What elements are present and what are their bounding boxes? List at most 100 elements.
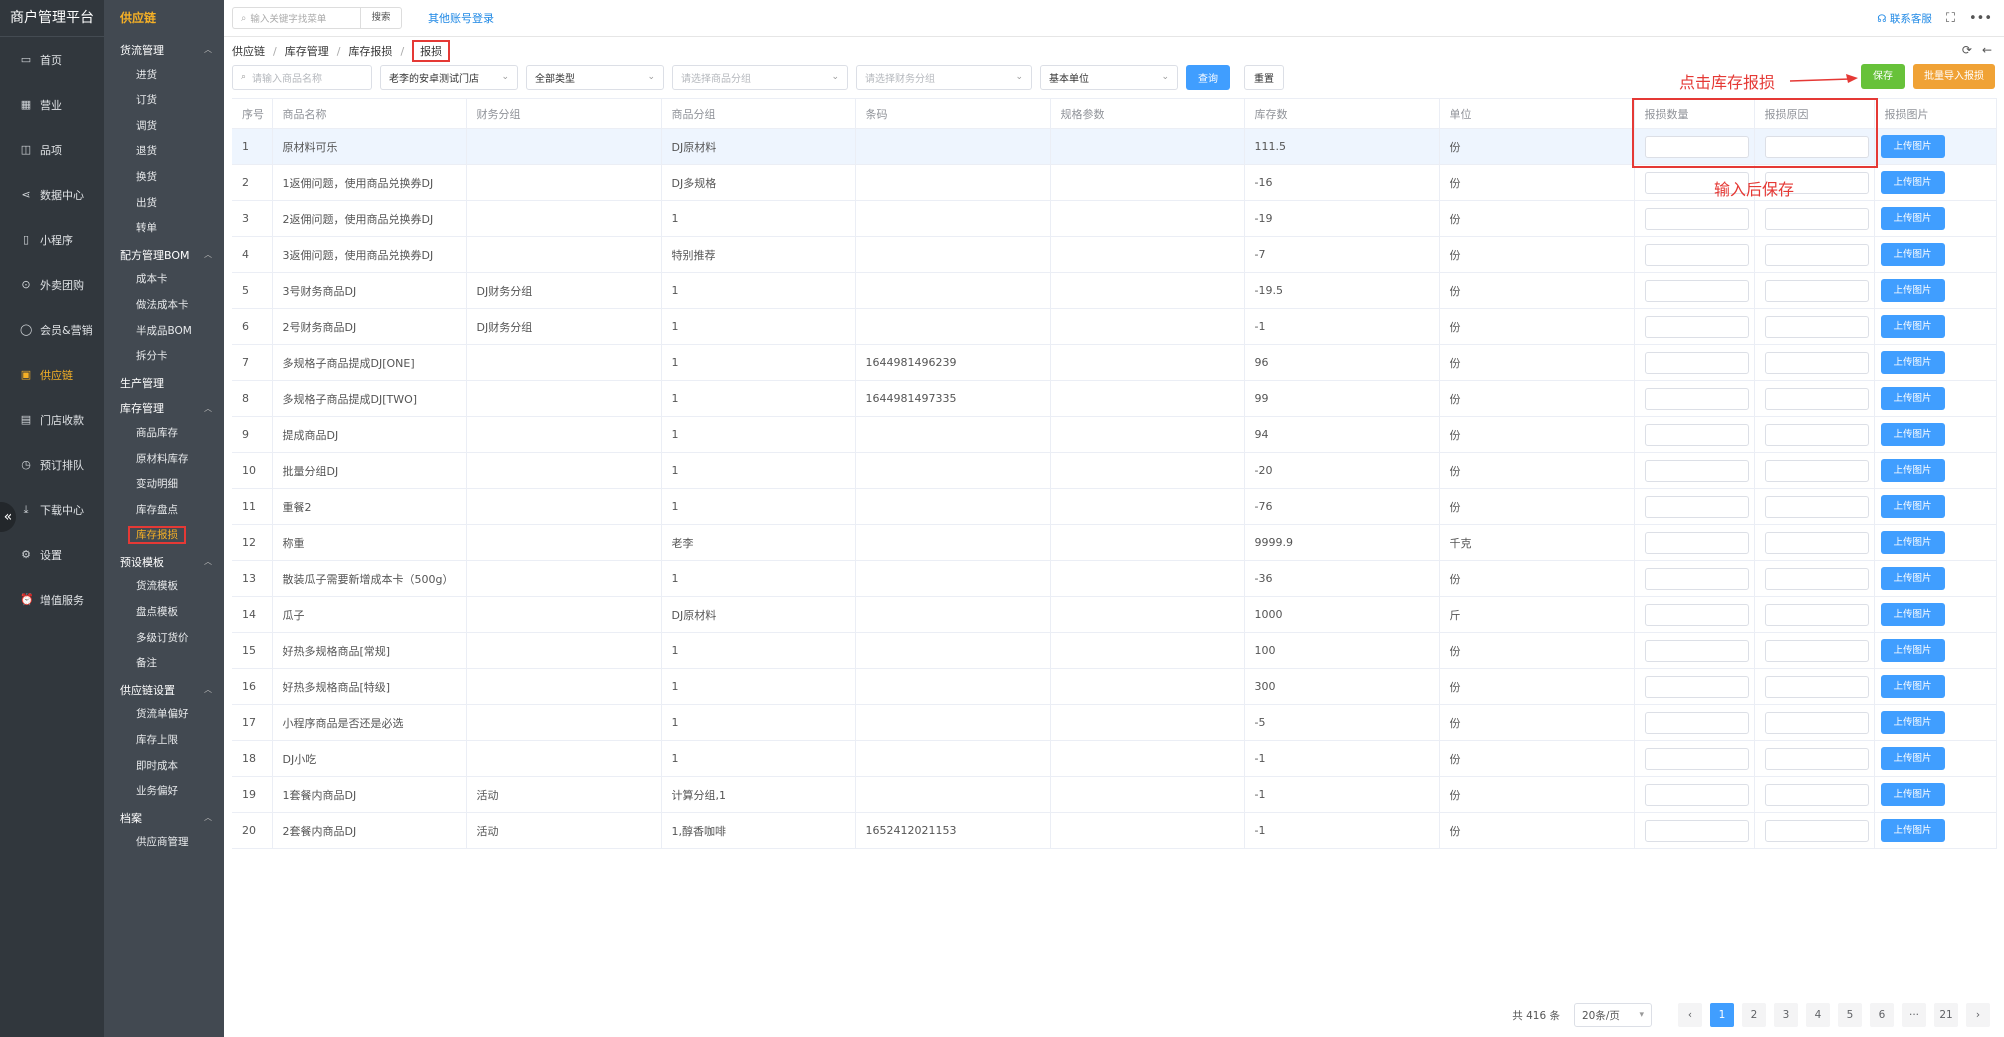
sub-nav-group[interactable]: 预设模板 ︿ xyxy=(104,549,224,575)
upload-image-button[interactable]: 上传图片 xyxy=(1880,243,1945,266)
loss-reason-input[interactable] xyxy=(1764,351,1869,374)
sub-nav-item[interactable]: 订货 xyxy=(104,88,224,114)
page-number[interactable]: 3 xyxy=(1774,1003,1798,1027)
sub-nav-item[interactable]: 货流单偏好 xyxy=(104,702,224,728)
loss-quantity-input[interactable] xyxy=(1644,711,1749,734)
sub-nav-item[interactable]: 商品库存 xyxy=(104,421,224,447)
sub-nav-item[interactable]: 即时成本 xyxy=(104,754,224,780)
upload-image-button[interactable]: 上传图片 xyxy=(1880,711,1945,734)
loss-reason-input[interactable] xyxy=(1764,819,1869,842)
sub-nav-item[interactable]: 成本卡 xyxy=(104,267,224,293)
page-size-select[interactable]: 20条/页 ▾ xyxy=(1574,1003,1652,1027)
page-number[interactable]: 4 xyxy=(1806,1003,1830,1027)
query-button[interactable]: 查询 xyxy=(1186,64,1230,90)
nav-item[interactable]: ▣ 供应链 xyxy=(0,352,104,397)
page-number[interactable]: 2 xyxy=(1742,1003,1766,1027)
nav-item[interactable]: ⊙ 外卖团购 xyxy=(0,262,104,307)
upload-image-button[interactable]: 上传图片 xyxy=(1880,783,1945,806)
upload-image-button[interactable]: 上传图片 xyxy=(1880,171,1945,194)
loss-quantity-input[interactable] xyxy=(1644,279,1749,302)
sub-nav-item[interactable]: 进货 xyxy=(104,63,224,89)
sub-nav-item[interactable]: 做法成本卡 xyxy=(104,293,224,319)
loss-reason-input[interactable] xyxy=(1764,423,1869,446)
loss-quantity-input[interactable] xyxy=(1644,315,1749,338)
save-button[interactable]: 保存 xyxy=(1861,64,1905,89)
loss-reason-input[interactable] xyxy=(1764,207,1869,230)
sub-nav-group[interactable]: 配方管理BOM ︿ xyxy=(104,242,224,268)
loss-reason-input[interactable] xyxy=(1764,459,1869,482)
sub-nav-item[interactable]: 原材料库存 xyxy=(104,447,224,473)
loss-quantity-input[interactable] xyxy=(1644,459,1749,482)
upload-image-button[interactable]: 上传图片 xyxy=(1880,639,1945,662)
sub-nav-group[interactable]: 供应链设置 ︿ xyxy=(104,677,224,703)
upload-image-button[interactable]: 上传图片 xyxy=(1880,675,1945,698)
filter-field[interactable]: 全部类型 ⌄ xyxy=(526,64,664,90)
loss-quantity-input[interactable] xyxy=(1644,207,1749,230)
page-number[interactable]: 21 xyxy=(1934,1003,1958,1027)
upload-image-button[interactable]: 上传图片 xyxy=(1880,279,1945,302)
loss-reason-input[interactable] xyxy=(1764,315,1869,338)
upload-image-button[interactable]: 上传图片 xyxy=(1880,423,1945,446)
loss-quantity-input[interactable] xyxy=(1644,747,1749,770)
contact-support-link[interactable]: ☊ 联系客服 xyxy=(1877,11,1932,26)
loss-reason-input[interactable] xyxy=(1764,675,1869,698)
sub-nav-group[interactable]: 库存管理 ︿ xyxy=(104,395,224,421)
nav-item[interactable]: ◷ 预订排队 xyxy=(0,442,104,487)
upload-image-button[interactable]: 上传图片 xyxy=(1880,351,1945,374)
reset-button[interactable]: 重置 xyxy=(1244,64,1284,90)
nav-item[interactable]: ⏰ 增值服务 xyxy=(0,577,104,622)
loss-reason-input[interactable] xyxy=(1764,135,1869,158)
next-page-icon[interactable]: › xyxy=(1966,1003,1990,1027)
loss-reason-input[interactable] xyxy=(1764,567,1869,590)
upload-image-button[interactable]: 上传图片 xyxy=(1880,459,1945,482)
sub-nav-item[interactable]: 供应商管理 xyxy=(104,830,224,856)
filter-field[interactable]: 请选择财务分组 ⌄ xyxy=(856,64,1032,90)
refresh-icon[interactable]: ⟳ xyxy=(1962,43,1972,57)
loss-quantity-input[interactable] xyxy=(1644,531,1749,554)
loss-reason-input[interactable] xyxy=(1764,603,1869,626)
loss-reason-input[interactable] xyxy=(1764,531,1869,554)
menu-search-button[interactable]: 搜索 xyxy=(360,7,402,29)
sub-nav-group[interactable]: 货流管理 ︿ xyxy=(104,37,224,63)
loss-quantity-input[interactable] xyxy=(1644,639,1749,662)
sub-nav-item[interactable]: 半成品BOM xyxy=(104,319,224,345)
loss-reason-input[interactable] xyxy=(1764,711,1869,734)
sub-nav-item[interactable]: 调货 xyxy=(104,114,224,140)
loss-quantity-input[interactable] xyxy=(1644,675,1749,698)
sub-nav-group[interactable]: 生产管理 xyxy=(104,370,224,396)
menu-search-input[interactable]: ⌕ 输入关键字找菜单 xyxy=(232,7,360,29)
upload-image-button[interactable]: 上传图片 xyxy=(1880,495,1945,518)
nav-item[interactable]: ▯ 小程序 xyxy=(0,217,104,262)
other-account-login-link[interactable]: 其他账号登录 xyxy=(428,10,494,26)
loss-quantity-input[interactable] xyxy=(1644,495,1749,518)
nav-item[interactable]: ▭ 首页 xyxy=(0,37,104,82)
filter-field[interactable]: 老李的安卓测试门店 ⌄ xyxy=(380,64,518,90)
fullscreen-icon[interactable]: ⛶ xyxy=(1946,11,1955,26)
batch-import-loss-button[interactable]: 批量导入报损 xyxy=(1913,64,1995,89)
loss-reason-input[interactable] xyxy=(1764,747,1869,770)
sub-nav-item[interactable]: 库存上限 xyxy=(104,728,224,754)
upload-image-button[interactable]: 上传图片 xyxy=(1880,135,1945,158)
loss-reason-input[interactable] xyxy=(1764,495,1869,518)
nav-item[interactable]: ⋖ 数据中心 xyxy=(0,172,104,217)
more-icon[interactable]: ••• xyxy=(1969,11,1992,26)
back-arrow-icon[interactable]: ← xyxy=(1982,43,1992,57)
loss-quantity-input[interactable] xyxy=(1644,819,1749,842)
sub-nav-item[interactable]: 换货 xyxy=(104,165,224,191)
upload-image-button[interactable]: 上传图片 xyxy=(1880,567,1945,590)
breadcrumb-item[interactable]: 库存报损 xyxy=(348,43,392,59)
loss-reason-input[interactable] xyxy=(1764,243,1869,266)
sub-nav-item[interactable]: 库存报损 xyxy=(104,523,224,549)
sub-nav-group[interactable]: 档案 ︿ xyxy=(104,805,224,831)
upload-image-button[interactable]: 上传图片 xyxy=(1880,747,1945,770)
loss-quantity-input[interactable] xyxy=(1644,243,1749,266)
loss-reason-input[interactable] xyxy=(1764,783,1869,806)
upload-image-button[interactable]: 上传图片 xyxy=(1880,387,1945,410)
loss-quantity-input[interactable] xyxy=(1644,135,1749,158)
breadcrumb-item[interactable]: 供应链 xyxy=(232,43,265,59)
filter-field[interactable]: 请选择商品分组 ⌄ xyxy=(672,64,848,90)
sub-nav-item[interactable]: 退货 xyxy=(104,139,224,165)
loss-reason-input[interactable] xyxy=(1764,639,1869,662)
loss-reason-input[interactable] xyxy=(1764,387,1869,410)
upload-image-button[interactable]: 上传图片 xyxy=(1880,603,1945,626)
